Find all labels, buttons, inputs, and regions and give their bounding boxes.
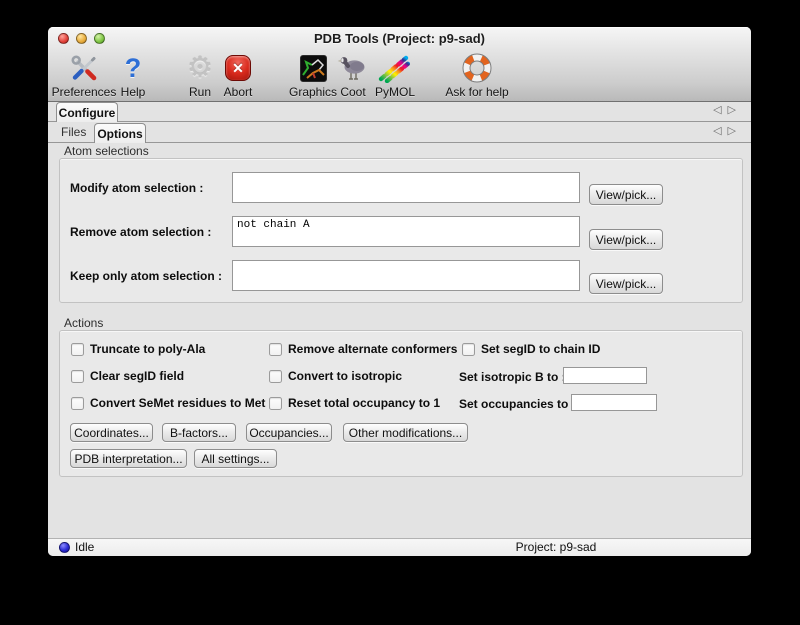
keep-only-atom-selection-input[interactable] bbox=[232, 260, 580, 291]
window-title: PDB Tools (Project: p9-sad) bbox=[48, 31, 751, 46]
toolbar-item-label: Preferences bbox=[49, 85, 119, 99]
toolbar-item-label: Coot bbox=[333, 85, 373, 99]
tabbar-files-options: Files Options ◁▷ bbox=[48, 122, 751, 143]
toolbar-item-help[interactable]: ? Help bbox=[113, 52, 153, 99]
tab-label: Files bbox=[61, 125, 86, 139]
screenshot-background: PDB Tools (Project: p9-sad) Preferences bbox=[0, 0, 800, 625]
set-occupancies-input[interactable] bbox=[571, 394, 657, 411]
stop-x-icon: ✕ bbox=[216, 52, 260, 84]
checkbox-box[interactable] bbox=[269, 397, 282, 410]
toolbar-item-label: Help bbox=[113, 85, 153, 99]
project-label: Project: p9-sad bbox=[486, 540, 626, 554]
checkbox-label: Clear segID field bbox=[90, 369, 184, 383]
toolbar-item-pymol[interactable]: PyMOL bbox=[370, 52, 420, 99]
pdb-tools-window: PDB Tools (Project: p9-sad) Preferences bbox=[48, 27, 751, 556]
occupancies-button[interactable]: Occupancies... bbox=[246, 423, 332, 442]
lifebuoy-icon bbox=[437, 52, 517, 84]
window-chrome: PDB Tools (Project: p9-sad) Preferences bbox=[48, 27, 751, 102]
atom-selections-legend: Atom selections bbox=[64, 144, 149, 158]
checkbox-truncate-to-poly-ala: Truncate to poly-Ala bbox=[71, 342, 205, 356]
checkbox-convert-to-isotropic: Convert to isotropic bbox=[269, 369, 402, 383]
checkbox-box[interactable] bbox=[269, 343, 282, 356]
scroll-right-icon[interactable]: ▷ bbox=[728, 125, 742, 137]
keep-only-atom-selection-label: Keep only atom selection : bbox=[70, 269, 222, 283]
status-indicator-icon bbox=[59, 542, 70, 553]
checkbox-label: Reset total occupancy to 1 bbox=[288, 396, 440, 410]
scroll-left-icon[interactable]: ◁ bbox=[713, 125, 727, 137]
set-occupancies-label: Set occupancies to : bbox=[459, 397, 576, 411]
checkbox-label: Truncate to poly-Ala bbox=[90, 342, 205, 356]
toolbar-item-run[interactable]: ⚙ Run bbox=[180, 52, 220, 99]
toolbar-item-label: Run bbox=[180, 85, 220, 99]
checkbox-label: Convert SeMet residues to Met bbox=[90, 396, 265, 410]
status-bar: Idle Project: p9-sad bbox=[48, 538, 751, 556]
tab-files[interactable]: Files bbox=[61, 122, 86, 142]
pdb-interpretation-button[interactable]: PDB interpretation... bbox=[70, 449, 187, 468]
tab-label: Configure bbox=[59, 106, 116, 120]
coot-bird-icon bbox=[333, 52, 373, 84]
modify-atom-selection-input[interactable] bbox=[232, 172, 580, 203]
checkbox-box[interactable] bbox=[71, 397, 84, 410]
tab-options[interactable]: Options bbox=[94, 123, 146, 143]
checkbox-convert-semet-to-met: Convert SeMet residues to Met bbox=[71, 396, 265, 410]
gear-icon: ⚙ bbox=[180, 52, 220, 84]
coordinates-button[interactable]: Coordinates... bbox=[70, 423, 153, 442]
other-modifications-button[interactable]: Other modifications... bbox=[343, 423, 468, 442]
toolbar-item-label: PyMOL bbox=[370, 85, 420, 99]
toolbar-item-abort[interactable]: ✕ Abort bbox=[216, 52, 260, 99]
checkbox-label: Convert to isotropic bbox=[288, 369, 402, 383]
checkbox-box[interactable] bbox=[462, 343, 475, 356]
view-pick-button-modify[interactable]: View/pick... bbox=[589, 184, 663, 205]
scroll-right-icon[interactable]: ▷ bbox=[728, 104, 742, 116]
checkbox-box[interactable] bbox=[71, 343, 84, 356]
checkbox-box[interactable] bbox=[269, 370, 282, 383]
checkbox-set-segid-to-chain-id: Set segID to chain ID bbox=[462, 342, 600, 356]
tab-configure[interactable]: Configure bbox=[56, 102, 118, 122]
toolbar-item-preferences[interactable]: Preferences bbox=[49, 52, 119, 99]
toolbar-item-coot[interactable]: Coot bbox=[333, 52, 373, 99]
view-pick-button-keep-only[interactable]: View/pick... bbox=[589, 273, 663, 294]
set-isotropic-b-label: Set isotropic B to : bbox=[459, 370, 566, 384]
set-isotropic-b-input[interactable] bbox=[563, 367, 647, 384]
checkbox-remove-alternate-conformers: Remove alternate conformers bbox=[269, 342, 457, 356]
b-factors-button[interactable]: B-factors... bbox=[162, 423, 236, 442]
tabbar-configure: Configure ◁▷ bbox=[48, 101, 751, 122]
tools-icon bbox=[49, 52, 119, 84]
view-pick-button-remove[interactable]: View/pick... bbox=[589, 229, 663, 250]
all-settings-button[interactable]: All settings... bbox=[194, 449, 277, 468]
checkbox-label: Set segID to chain ID bbox=[481, 342, 600, 356]
modify-atom-selection-label: Modify atom selection : bbox=[70, 181, 203, 195]
status-text: Idle bbox=[75, 540, 94, 554]
toolbar-item-label: Abort bbox=[216, 85, 260, 99]
checkbox-reset-total-occupancy: Reset total occupancy to 1 bbox=[269, 396, 440, 410]
tab-scroll-arrows: ◁▷ bbox=[713, 103, 742, 116]
question-mark-icon: ? bbox=[113, 52, 153, 84]
toolbar-item-label: Ask for help bbox=[437, 85, 517, 99]
tab-label: Options bbox=[97, 127, 142, 141]
rainbow-ribbon-icon bbox=[370, 52, 420, 84]
toolbar-item-ask-for-help[interactable]: Ask for help bbox=[437, 52, 517, 99]
scroll-left-icon[interactable]: ◁ bbox=[713, 104, 727, 116]
checkbox-label: Remove alternate conformers bbox=[288, 342, 457, 356]
actions-legend: Actions bbox=[64, 316, 103, 330]
remove-atom-selection-input[interactable]: not chain A bbox=[232, 216, 580, 247]
tab-scroll-arrows: ◁▷ bbox=[713, 124, 742, 137]
checkbox-clear-segid-field: Clear segID field bbox=[71, 369, 184, 383]
checkbox-box[interactable] bbox=[71, 370, 84, 383]
remove-atom-selection-label: Remove atom selection : bbox=[70, 225, 211, 239]
